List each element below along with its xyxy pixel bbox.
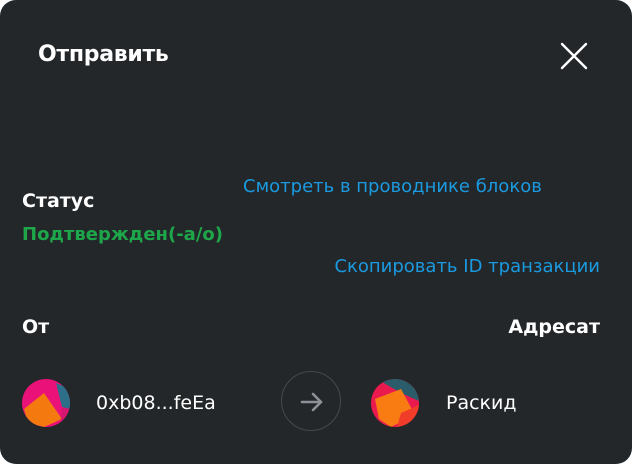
arrow-right-icon: [300, 392, 323, 412]
modal-title: Отправить: [38, 42, 169, 67]
status-label: Статус: [22, 190, 95, 212]
transfer-direction: [281, 371, 341, 431]
close-icon: [560, 42, 588, 70]
from-address: 0xb08...feEa: [96, 392, 216, 414]
from-label: От: [22, 316, 50, 338]
to-label: Адресат: [508, 316, 600, 338]
close-button[interactable]: [556, 38, 592, 74]
copy-transaction-id-link[interactable]: Скопировать ID транзакции: [334, 255, 600, 279]
recipient-name: Раскид: [446, 392, 517, 414]
from-avatar: [22, 379, 70, 427]
status-value: Подтвержден(-а/о): [22, 224, 223, 245]
view-in-explorer-link[interactable]: Смотреть в проводнике блоков: [243, 175, 543, 199]
send-transaction-modal: Отправить Статус Подтвержден(-а/о) Смотр…: [0, 0, 632, 464]
to-avatar: [371, 379, 419, 427]
